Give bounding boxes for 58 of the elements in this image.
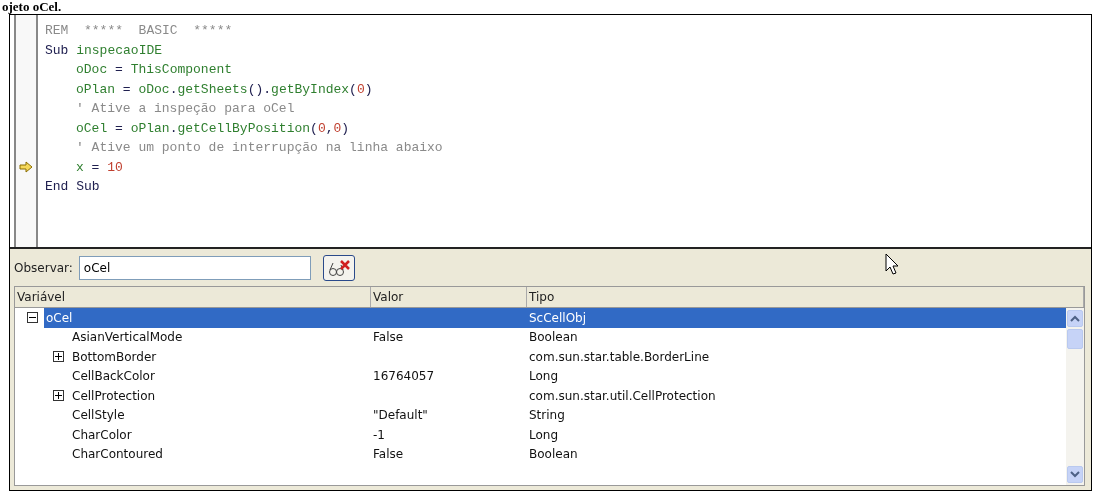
variable-row[interactable]: CellBackColor 16764057 Long: [70, 366, 1066, 386]
type-text: com.sun.star.table.BorderLine: [528, 349, 710, 364]
scrollbar[interactable]: [1066, 308, 1084, 485]
value-text: False: [372, 447, 404, 462]
code-line: oCel = oPlan.getCellByPosition(0,0): [76, 119, 350, 138]
chevron-up-icon: [1070, 315, 1080, 322]
column-header[interactable]: Valor: [371, 287, 527, 307]
code-line: ' Ative um ponto de interrupção na linha abaixo: [76, 139, 443, 157]
value-text: -1: [372, 427, 385, 442]
variable-row[interactable]: oCel ScCellObj: [44, 308, 1066, 328]
column-header[interactable]: Variável: [15, 287, 371, 307]
mouse-pointer-icon: [885, 253, 899, 275]
type-text: Boolean: [528, 330, 578, 345]
plus-icon: [55, 353, 62, 361]
tree-expander[interactable]: [53, 351, 64, 363]
caption-text: ojeto oCel.: [1, 0, 62, 14]
variable-row[interactable]: AsianVerticalMode False Boolean: [70, 327, 1066, 347]
chevron-down-icon: [1070, 471, 1080, 478]
code-line: End Sub: [45, 178, 100, 196]
scroll-up-button[interactable]: [1067, 310, 1083, 327]
code-line: ' Ative a inspeção para oCel: [76, 100, 295, 118]
type-text: String: [528, 408, 565, 423]
variable-name: BottomBorder: [71, 349, 157, 364]
code-line: oDoc = ThisComponent: [76, 61, 233, 79]
variable-name: CellProtection: [71, 388, 156, 403]
code-line: Sub inspecaoIDE: [45, 41, 163, 60]
code-line: oPlan = oDoc.getSheets().getByIndex(0): [76, 80, 373, 99]
value-text: "Default": [372, 408, 428, 423]
variable-row[interactable]: CellStyle "Default" String: [70, 405, 1066, 425]
watch-field[interactable]: oCel: [78, 256, 311, 280]
variable-name: oCel: [45, 310, 73, 325]
variable-name: CharColor: [71, 427, 132, 442]
variable-row[interactable]: CellProtection com.sun.star.util.CellProtection: [70, 386, 1066, 406]
variable-name: AsianVerticalMode: [71, 330, 183, 345]
type-text: Boolean: [528, 447, 578, 462]
variable-row[interactable]: CharContoured False Boolean: [70, 444, 1066, 464]
scroll-down-button[interactable]: [1067, 466, 1083, 483]
variable-row[interactable]: BottomBorder com.sun.star.table.BorderLine: [70, 347, 1066, 367]
value-text: 16764057: [372, 369, 435, 384]
variable-row[interactable]: CharColor -1 Long: [70, 425, 1066, 445]
column-header[interactable]: Tipo: [527, 287, 1084, 307]
code-line: x = 10: [76, 158, 123, 177]
plus-icon: [55, 392, 62, 400]
type-text: ScCellObj: [528, 310, 587, 325]
tree-expander[interactable]: [27, 312, 38, 324]
variable-name: CharContoured: [71, 447, 163, 462]
type-text: Long: [528, 369, 559, 384]
variable-name: CellBackColor: [71, 369, 155, 384]
value-text: False: [372, 330, 404, 345]
variable-name: CellStyle: [71, 408, 125, 423]
scroll-thumb[interactable]: [1067, 329, 1083, 349]
type-text: com.sun.star.util.CellProtection: [528, 388, 716, 403]
remove-watch-button[interactable]: [322, 255, 355, 281]
type-text: Long: [528, 427, 559, 442]
tree-expander[interactable]: [53, 390, 64, 402]
watch-label: Observar:: [14, 261, 73, 275]
glasses-x-icon: [326, 258, 351, 278]
code-line: REM ***** BASIC *****: [45, 22, 233, 40]
